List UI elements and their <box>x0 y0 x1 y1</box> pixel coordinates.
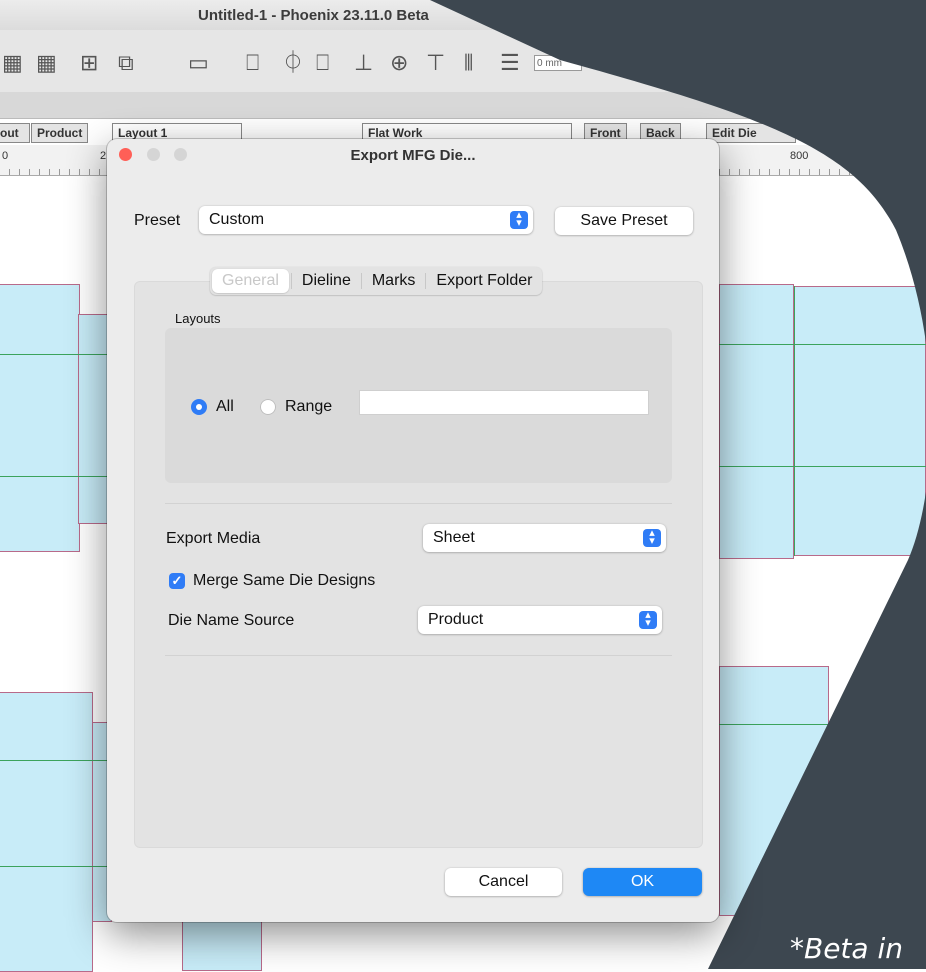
export-media-value: Sheet <box>433 529 475 546</box>
range-input[interactable] <box>359 390 649 415</box>
export-media-popup[interactable]: Sheet ▴ ▾ <box>423 524 666 552</box>
tab-marks[interactable]: Marks <box>362 267 426 295</box>
dialog-title: Export MFG Die... <box>350 147 476 164</box>
radio-range[interactable] <box>260 399 276 415</box>
die-name-source-label: Die Name Source <box>168 612 295 629</box>
tab-dieline[interactable]: Dieline <box>292 267 361 295</box>
preset-value: Custom <box>209 211 265 228</box>
cancel-button[interactable]: Cancel <box>445 868 562 896</box>
layouts-group-label: Layouts <box>175 311 221 326</box>
tab-export-folder[interactable]: Export Folder <box>426 267 542 295</box>
merge-checkbox[interactable]: ✓ <box>169 573 185 589</box>
radio-all[interactable] <box>191 399 207 415</box>
tab-general[interactable]: General <box>212 269 289 293</box>
chevron-up-down-icon: ▴ ▾ <box>643 528 661 547</box>
save-preset-button[interactable]: Save Preset <box>555 207 693 235</box>
tab-bar: General Dieline Marks Export Folder <box>210 267 543 295</box>
radio-all-label[interactable]: All <box>216 398 234 416</box>
radio-range-label[interactable]: Range <box>285 398 332 416</box>
preset-popup[interactable]: Custom ▴ ▾ <box>199 206 533 234</box>
dialog-titlebar: Export MFG Die... <box>107 139 719 171</box>
export-media-label: Export Media <box>166 530 261 547</box>
preset-label: Preset <box>134 212 181 229</box>
section-divider <box>165 655 672 656</box>
beta-caption: *Beta in <box>790 932 903 965</box>
section-divider <box>165 503 672 504</box>
die-name-source-value: Product <box>428 611 484 628</box>
merge-checkbox-label[interactable]: Merge Same Die Designs <box>193 572 375 590</box>
chevron-up-down-icon: ▴ ▾ <box>639 610 657 629</box>
export-mfg-die-dialog: Export MFG Die... Preset Custom ▴ ▾ Save … <box>107 139 719 922</box>
ok-button[interactable]: OK <box>583 868 702 896</box>
chevron-up-down-icon: ▴ ▾ <box>510 210 528 229</box>
die-name-source-popup[interactable]: Product ▴ ▾ <box>418 606 662 634</box>
